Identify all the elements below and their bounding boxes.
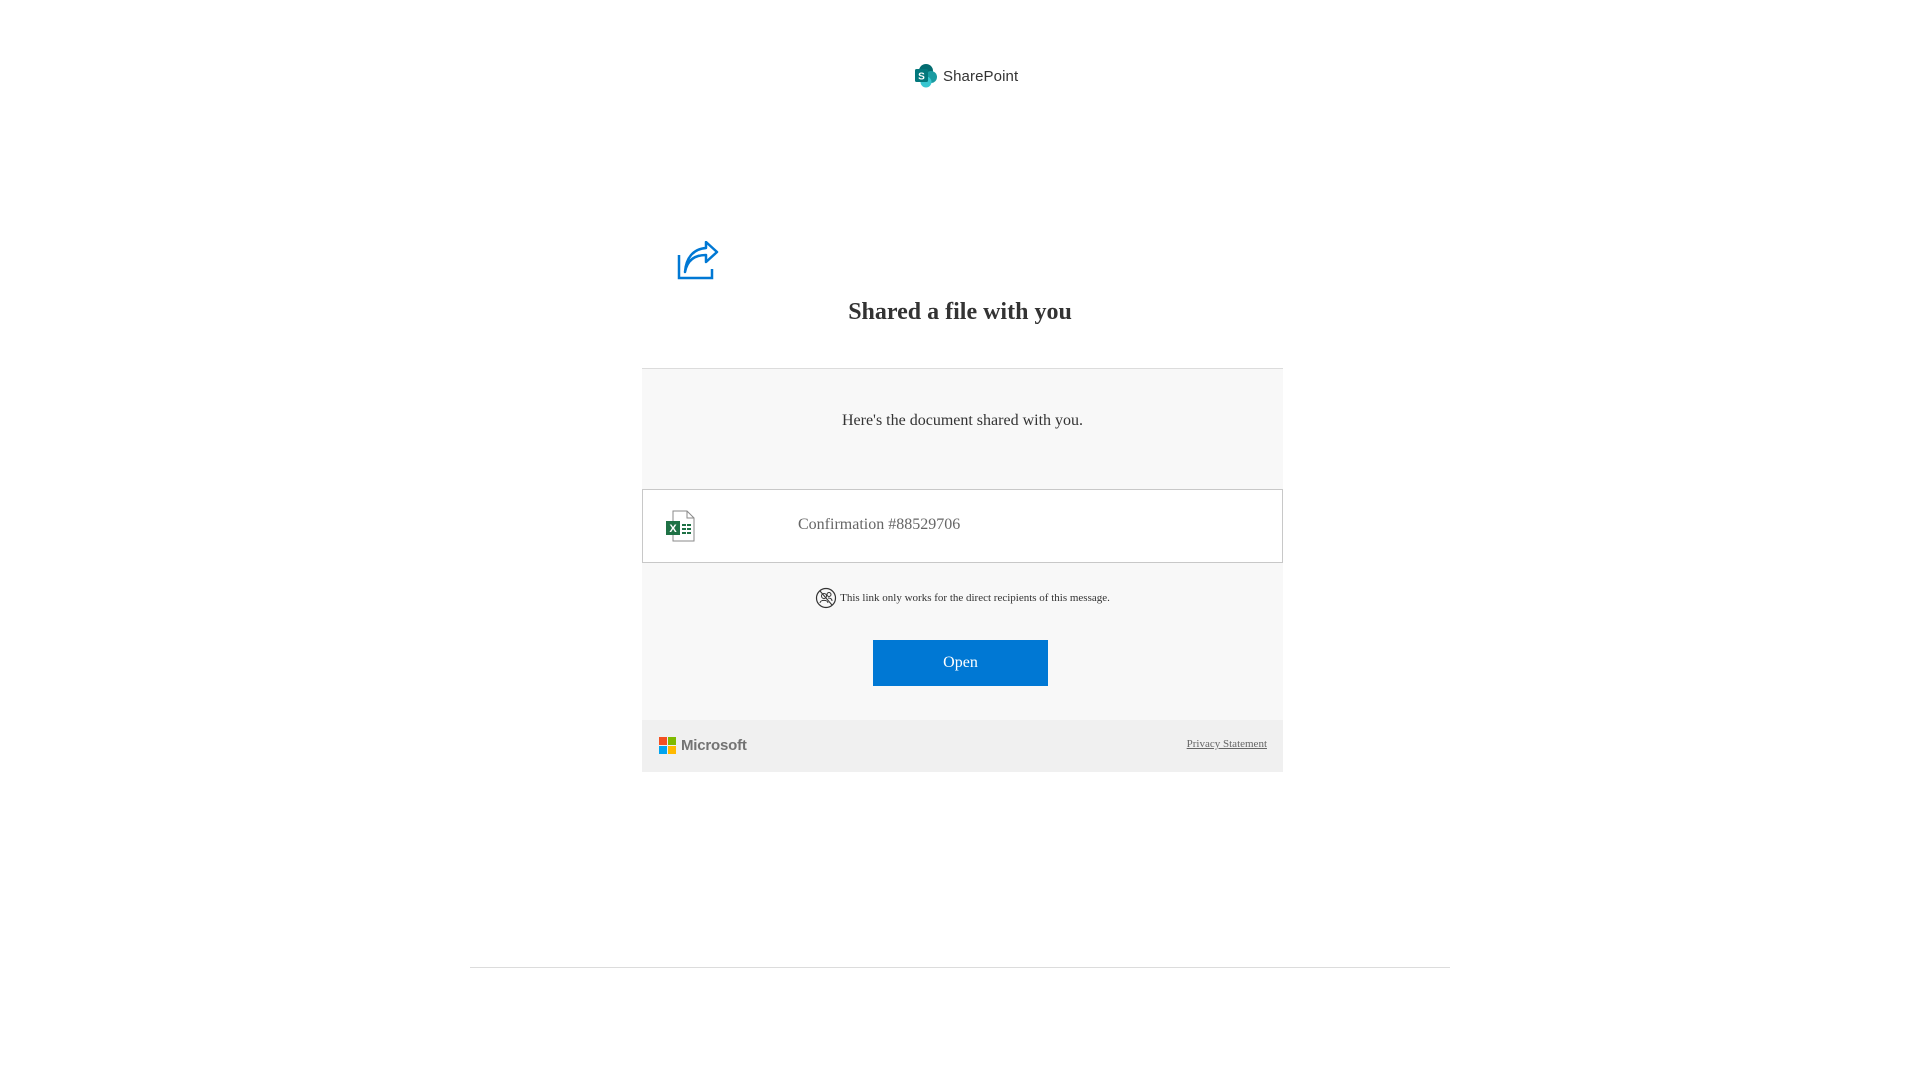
sharepoint-logo: S SharePoint xyxy=(913,63,1018,89)
svg-text:S: S xyxy=(918,72,925,83)
share-card: Here's the document shared with you. X C… xyxy=(642,368,1283,721)
page-title: Shared a file with you xyxy=(848,299,1072,325)
link-restriction-text: This link only works for the direct reci… xyxy=(840,592,1110,604)
bottom-divider xyxy=(470,967,1450,968)
email-page: S SharePoint Shared a file with you Here… xyxy=(0,0,1920,1080)
sharepoint-logo-icon: S xyxy=(915,64,937,88)
microsoft-logo-text: Microsoft xyxy=(681,737,747,754)
open-button[interactable]: Open xyxy=(873,640,1048,686)
microsoft-logo: Microsoft xyxy=(659,737,747,754)
svg-text:X: X xyxy=(669,523,677,535)
privacy-statement-link[interactable]: Privacy Statement xyxy=(1187,738,1267,750)
restricted-people-icon xyxy=(816,587,837,609)
excel-file-icon: X xyxy=(666,510,695,542)
link-restriction-notice: This link only works for the direct reci… xyxy=(642,587,1283,609)
sharepoint-logo-text: SharePoint xyxy=(943,67,1019,85)
card-footer: Microsoft Privacy Statement xyxy=(642,720,1283,772)
file-name[interactable]: Confirmation #88529706 xyxy=(798,516,960,534)
share-arrow-icon xyxy=(677,241,719,280)
shared-file-item[interactable]: X Confirmation #88529706 xyxy=(642,489,1283,563)
share-message: Here's the document shared with you. xyxy=(841,412,1084,429)
microsoft-logo-icon xyxy=(659,737,676,754)
